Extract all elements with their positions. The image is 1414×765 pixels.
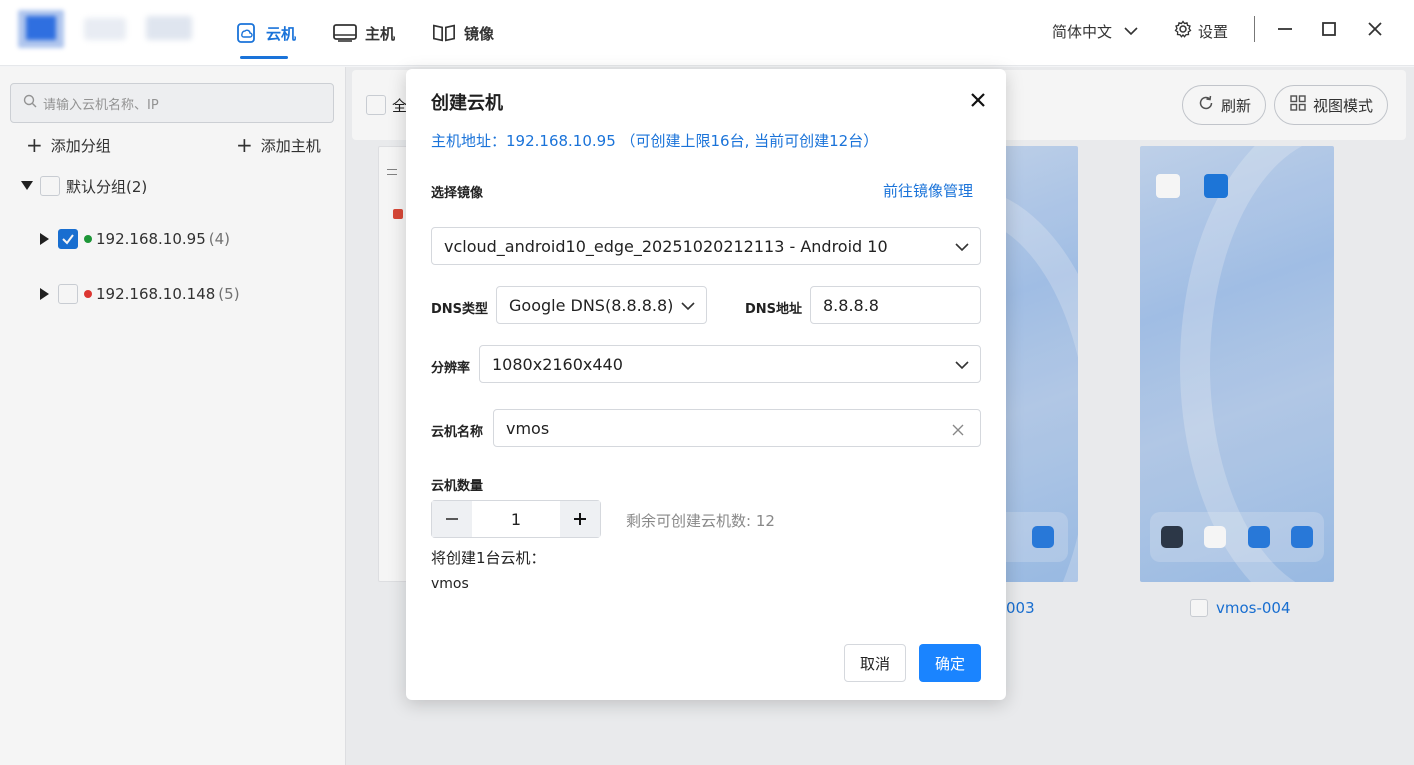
host-icon [333,22,357,44]
vm-name-preview: vmos [431,576,469,592]
settings-label: 设置 [1198,22,1229,41]
dns-address-label: DNS地址 [745,302,803,317]
tab-host[interactable]: 主机 [333,18,395,48]
close-icon [1368,22,1382,36]
tab-label: 主机 [365,24,396,43]
vm-name-label: 云机名称 [431,425,484,440]
vm-name-input[interactable]: vmos [493,409,981,447]
confirm-button[interactable]: 确定 [919,644,981,682]
tab-image[interactable]: 镜像 [432,18,494,48]
dialog-title: 创建云机 [431,93,503,114]
host-info: 主机地址：192.168.10.95 （可创建上限16台, 当前可创建12台） [431,132,879,150]
gear-icon [1174,20,1192,42]
vm-quantity-label: 云机数量 [431,479,484,494]
tab-label: 云机 [266,24,297,43]
dialog-close-button[interactable] [967,89,989,111]
minus-icon [446,518,458,520]
will-create-text: 将创建1台云机： [431,549,546,567]
cloud-phone-icon [234,22,258,44]
decrement-button[interactable] [432,501,472,537]
resolution-value: 1080x2160x440 [492,354,623,374]
vm-name-value: vmos [506,418,550,438]
plus-icon [574,513,586,525]
divider [1254,16,1255,42]
resolution-select[interactable]: 1080x2160x440 [479,345,981,383]
dns-address-value: 8.8.8.8 [823,295,879,315]
maximize-button[interactable] [1318,18,1340,40]
chevron-down-icon [1124,22,1138,40]
tab-cloud-phone[interactable]: 云机 [234,18,296,48]
image-value: vcloud_android10_edge_20251020212113 - A… [444,236,888,256]
language-label: 简体中文 [1052,22,1113,41]
minimize-button[interactable] [1274,18,1296,40]
top-bar: 云机 主机 镜像 简体中文 设置 [0,0,1414,66]
image-label: 选择镜像 [431,186,484,201]
clear-icon[interactable] [952,421,964,440]
dns-address-input[interactable]: 8.8.8.8 [810,286,981,324]
chevron-down-icon [954,239,970,258]
minimize-icon [1278,28,1292,30]
dns-type-value: Google DNS(8.8.8.8) [509,295,674,315]
create-vm-dialog: 创建云机 主机地址：192.168.10.95 （可创建上限16台, 当前可创建… [406,69,1006,700]
active-tab-indicator [240,56,288,59]
image-icon [432,22,456,44]
close-window-button[interactable] [1364,18,1386,40]
image-management-link[interactable]: 前往镜像管理 [883,180,973,201]
blurred-app-name-2 [146,16,192,40]
image-select[interactable]: vcloud_android10_edge_20251020212113 - A… [431,227,981,265]
maximize-icon [1322,22,1336,36]
settings-button[interactable]: 设置 [1174,18,1228,44]
dns-type-select[interactable]: Google DNS(8.8.8.8) [496,286,707,324]
quantity-value[interactable]: 1 [472,501,560,537]
cancel-button[interactable]: 取消 [844,644,906,682]
close-icon [971,93,985,107]
dns-type-label: DNS类型 [431,302,489,317]
resolution-label: 分辨率 [431,361,471,376]
chevron-down-icon [954,357,970,376]
blurred-app-name [84,18,126,40]
app-logo [18,10,64,48]
increment-button[interactable] [560,501,600,537]
quantity-stepper[interactable]: 1 [431,500,601,538]
language-selector[interactable]: 简体中文 [1052,18,1138,44]
tab-label: 镜像 [464,24,495,43]
remaining-count: 剩余可创建云机数: 12 [626,512,775,530]
chevron-down-icon [680,298,696,317]
